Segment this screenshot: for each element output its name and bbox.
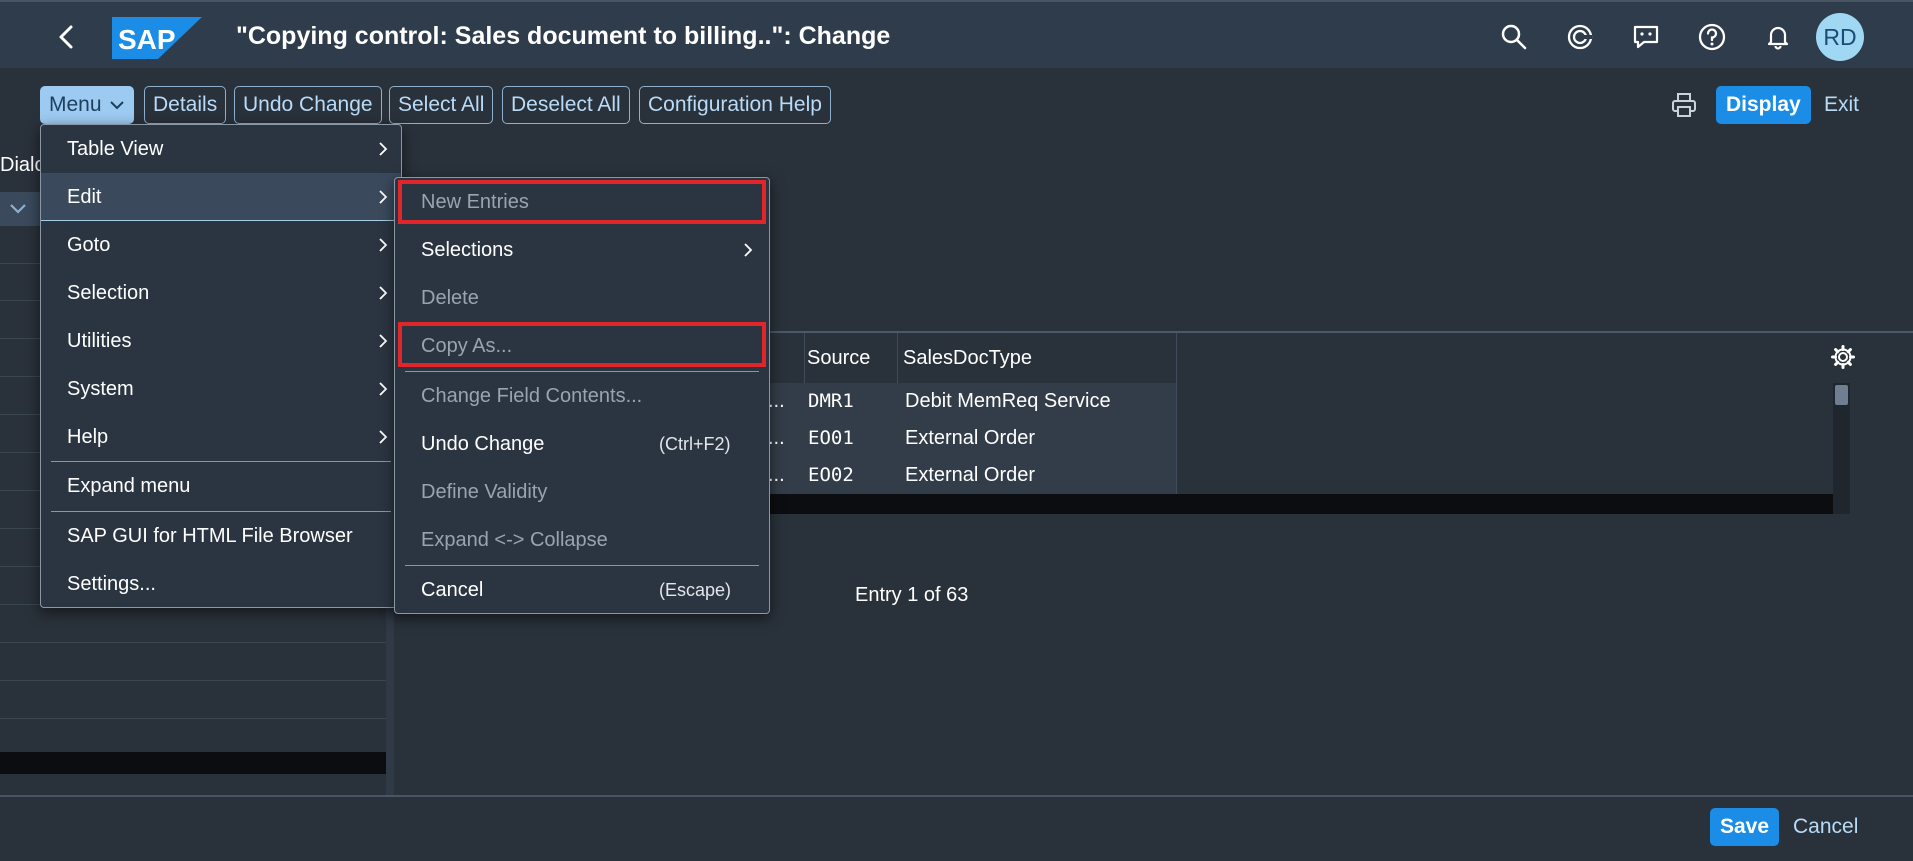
shortcut-label: (Ctrl+F2) bbox=[659, 434, 731, 454]
table-cell-salesdoctype[interactable]: Debit MemReq Service bbox=[905, 383, 1111, 420]
back-arrow-icon[interactable] bbox=[52, 22, 82, 52]
page-title: "Copying control: Sales document to bill… bbox=[236, 22, 891, 50]
column-header-source[interactable]: Source bbox=[807, 333, 870, 383]
menu-item-label: Help bbox=[67, 426, 109, 448]
entry-counter: Entry 1 of 63 bbox=[855, 584, 969, 606]
details-button[interactable]: Details bbox=[144, 86, 227, 124]
annotation-highlight-copy-as bbox=[398, 322, 766, 367]
column-header-salesdoctype[interactable]: SalesDocType bbox=[903, 333, 1032, 383]
tree-row-divider bbox=[0, 642, 386, 643]
menu-item-table-view[interactable]: Table View bbox=[41, 125, 401, 173]
chevron-down-icon bbox=[110, 101, 125, 110]
exit-button[interactable]: Exit bbox=[1824, 86, 1859, 124]
table-settings-gear-icon[interactable] bbox=[1830, 344, 1856, 370]
display-button[interactable]: Display bbox=[1716, 86, 1811, 124]
table-cell-salesdoctype[interactable]: External Order bbox=[905, 457, 1035, 494]
menu-item-label: System bbox=[67, 378, 134, 400]
submenu-item-selections[interactable]: Selections bbox=[395, 226, 769, 274]
tree-horizontal-scrollbar[interactable] bbox=[0, 752, 386, 774]
chevron-right-icon bbox=[379, 190, 388, 204]
chevron-right-icon bbox=[379, 430, 388, 444]
chevron-down-icon[interactable] bbox=[8, 199, 28, 219]
menu-item-edit[interactable]: Edit bbox=[41, 173, 401, 221]
footer-bar bbox=[0, 797, 1913, 861]
select-all-button[interactable]: Select All bbox=[389, 86, 494, 124]
chevron-right-icon bbox=[744, 243, 753, 257]
dialog-structure-header: Dialo bbox=[0, 154, 46, 176]
menu-item-selection[interactable]: Selection bbox=[41, 269, 401, 317]
svg-text:SAP: SAP bbox=[118, 24, 176, 55]
configuration-help-button[interactable]: Configuration Help bbox=[639, 86, 831, 124]
main-menu-dropdown: Table View Edit Goto Selection Utilities… bbox=[40, 124, 402, 608]
table-cell-salesdoctype[interactable]: External Order bbox=[905, 420, 1035, 457]
menu-button[interactable]: Menu bbox=[40, 86, 135, 124]
submenu-item-change-field-contents[interactable]: Change Field Contents... bbox=[395, 372, 769, 420]
table-cell-source[interactable]: EO02 bbox=[808, 457, 854, 494]
table-cell-truncated: ... bbox=[768, 427, 785, 449]
menu-item-system[interactable]: System bbox=[41, 365, 401, 413]
menu-item-label: Table View bbox=[67, 138, 164, 160]
tree-row-divider bbox=[0, 680, 386, 681]
save-button[interactable]: Save bbox=[1710, 808, 1780, 846]
scrollbar-thumb[interactable] bbox=[1835, 385, 1848, 405]
menu-item-label: Utilities bbox=[67, 330, 132, 352]
menu-item-label: Undo Change bbox=[421, 433, 545, 455]
menu-item-label: Cancel bbox=[421, 579, 484, 601]
user-avatar[interactable]: RD bbox=[1816, 13, 1864, 61]
menu-item-label: Goto bbox=[67, 234, 111, 256]
cancel-button[interactable]: Cancel bbox=[1793, 808, 1858, 846]
table-cell-source[interactable]: DMR1 bbox=[808, 383, 854, 420]
menu-item-help[interactable]: Help bbox=[41, 413, 401, 461]
chevron-right-icon bbox=[379, 286, 388, 300]
submenu-item-cancel[interactable]: Cancel (Escape) bbox=[395, 566, 769, 614]
menu-item-label: Edit bbox=[67, 186, 102, 208]
menu-item-label: Selection bbox=[67, 282, 150, 304]
tree-row-divider bbox=[0, 718, 386, 719]
shell-bar: SAP "Copying control: Sales document to … bbox=[0, 0, 1913, 68]
menu-item-file-browser[interactable]: SAP GUI for HTML File Browser bbox=[41, 512, 401, 560]
table-cell-source[interactable]: EO01 bbox=[808, 420, 854, 457]
chevron-right-icon bbox=[379, 142, 388, 156]
chevron-right-icon bbox=[379, 382, 388, 396]
print-icon[interactable] bbox=[1670, 91, 1698, 119]
submenu-item-expand-collapse[interactable]: Expand <-> Collapse bbox=[395, 516, 769, 564]
submenu-item-define-validity[interactable]: Define Validity bbox=[395, 468, 769, 516]
sap-logo: SAP bbox=[112, 17, 202, 59]
table-cell-truncated: ... bbox=[768, 390, 785, 412]
menu-item-goto[interactable]: Goto bbox=[41, 221, 401, 269]
menu-item-label: Selections bbox=[421, 239, 514, 261]
notifications-bell-icon[interactable] bbox=[1763, 22, 1793, 52]
undo-change-button[interactable]: Undo Change bbox=[234, 86, 382, 124]
annotation-highlight-new-entries bbox=[398, 180, 766, 224]
table-cell-truncated: ... bbox=[768, 464, 785, 486]
menu-item-settings[interactable]: Settings... bbox=[41, 560, 401, 608]
menu-item-utilities[interactable]: Utilities bbox=[41, 317, 401, 365]
submenu-item-undo-change[interactable]: Undo Change (Ctrl+F2) bbox=[395, 420, 769, 468]
search-icon[interactable] bbox=[1499, 22, 1529, 52]
joule-copilot-icon[interactable] bbox=[1565, 22, 1595, 52]
shortcut-label: (Escape) bbox=[659, 580, 732, 600]
menu-button-label: Menu bbox=[49, 93, 102, 116]
chevron-right-icon bbox=[379, 334, 388, 348]
column-separator bbox=[1176, 333, 1177, 495]
chevron-right-icon bbox=[379, 238, 388, 252]
deselect-all-button[interactable]: Deselect All bbox=[502, 86, 630, 124]
submenu-item-delete[interactable]: Delete bbox=[395, 274, 769, 322]
feedback-icon[interactable] bbox=[1631, 22, 1661, 52]
edit-submenu-dropdown: New Entries Selections Delete Copy As...… bbox=[394, 177, 770, 614]
help-icon[interactable] bbox=[1697, 22, 1727, 52]
menu-item-expand-menu[interactable]: Expand menu bbox=[41, 462, 401, 510]
